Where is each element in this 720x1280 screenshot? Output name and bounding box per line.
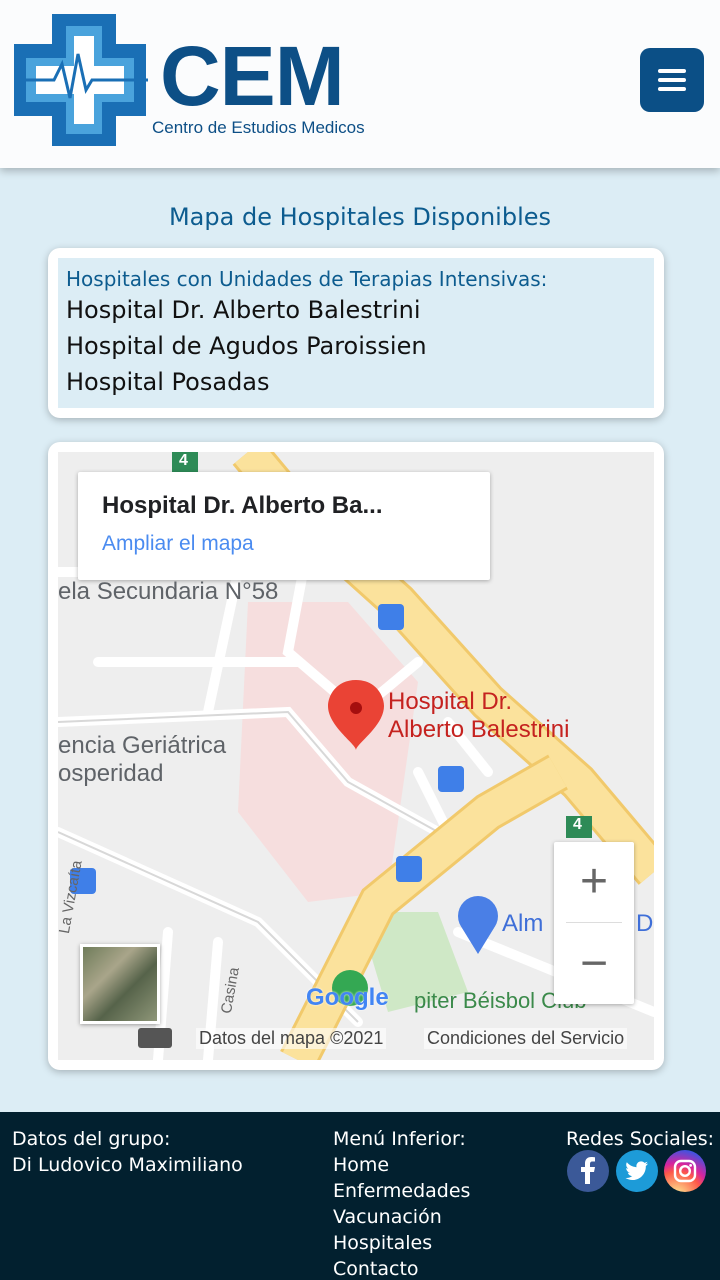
hamburger-icon-bar — [658, 87, 686, 91]
footer-menu: Menú Inferior: Home Enfermedades Vacunac… — [333, 1126, 470, 1280]
marker-label[interactable]: Hospital Dr. — [388, 688, 512, 716]
map-card: 4 4 Hospital Dr. Alberto Ba... Ampliar e… — [48, 442, 664, 1070]
footer-menu-heading: Menú Inferior: — [333, 1128, 466, 1150]
twitter-icon[interactable] — [616, 1150, 658, 1192]
hospital-list-item: Hospital de Agudos Paroissien — [66, 332, 427, 360]
hamburger-icon — [658, 69, 686, 73]
hamburger-icon-bar — [658, 78, 686, 82]
map-place-label: encia Geriátrica — [58, 732, 227, 759]
footer-group-info: Datos del grupo: Di Ludovico Maximiliano — [12, 1126, 243, 1178]
store-label: Alm — [502, 910, 544, 937]
road-number-label: 4 — [179, 452, 188, 469]
zoom-in-button[interactable]: + — [554, 842, 634, 922]
hospital-list-card: Hospitales con Unidades de Terapias Inte… — [48, 248, 664, 418]
site-header: CEM Centro de Estudios Medicos — [0, 0, 720, 168]
zoom-out-button[interactable]: − — [554, 924, 634, 1004]
road-number-label: 4 — [573, 816, 582, 833]
marker-label[interactable]: Alberto Balestrini — [388, 716, 569, 744]
logo-text: CEM — [160, 29, 345, 123]
hospital-list-heading: Hospitales con Unidades de Terapias Inte… — [66, 267, 548, 291]
footer-social-heading: Redes Sociales: — [566, 1128, 715, 1150]
footer-group-member: Di Ludovico Maximiliano — [12, 1154, 243, 1176]
cem-logo[interactable]: CEM Centro de Estudios Medicos — [14, 14, 365, 146]
map-terms-link[interactable]: Condiciones del Servicio — [424, 1028, 628, 1049]
footer-link-hospitales[interactable]: Hospitales — [333, 1230, 470, 1256]
medical-cross-icon — [14, 14, 148, 146]
keyboard-shortcuts-icon[interactable] — [138, 1028, 172, 1048]
menu-toggle-button[interactable] — [640, 48, 704, 112]
footer-link-contacto[interactable]: Contacto — [333, 1256, 470, 1280]
enlarge-map-link[interactable]: Ampliar el mapa — [102, 532, 466, 556]
instagram-icon[interactable] — [664, 1150, 706, 1192]
facebook-icon[interactable] — [567, 1150, 609, 1192]
footer-link-enfermedades[interactable]: Enfermedades — [333, 1178, 470, 1204]
page-title: Mapa de Hospitales Disponibles — [168, 203, 552, 231]
hospital-list: Hospitales con Unidades de Terapias Inte… — [58, 258, 654, 408]
map-zoom-control: + − — [554, 842, 634, 1004]
footer-link-vacunacion[interactable]: Vacunación — [333, 1204, 470, 1230]
map-place-label: osperidad — [58, 760, 164, 787]
map-info-window: Hospital Dr. Alberto Ba... Ampliar el ma… — [78, 472, 490, 580]
google-logo: Google — [306, 984, 389, 1011]
logo-subtitle: Centro de Estudios Medicos — [152, 118, 365, 137]
satellite-view-toggle[interactable] — [80, 944, 160, 1024]
zoom-divider — [566, 922, 622, 923]
map-info-title: Hospital Dr. Alberto Ba... — [102, 492, 383, 519]
embedded-map[interactable]: 4 4 Hospital Dr. Alberto Ba... Ampliar e… — [58, 452, 654, 1060]
store-label: D — [636, 910, 654, 937]
map-attribution: Datos del mapa ©2021 — [196, 1028, 387, 1049]
map-street-label: ela Secundaria N°58 — [58, 578, 279, 605]
footer-link-home[interactable]: Home — [333, 1152, 470, 1178]
hospital-list-item: Hospital Dr. Alberto Balestrini — [66, 296, 421, 324]
footer-group-heading: Datos del grupo: — [12, 1128, 171, 1150]
hospital-list-item: Hospital Posadas — [66, 368, 270, 396]
site-footer: Datos del grupo: Di Ludovico Maximiliano… — [0, 1112, 720, 1280]
